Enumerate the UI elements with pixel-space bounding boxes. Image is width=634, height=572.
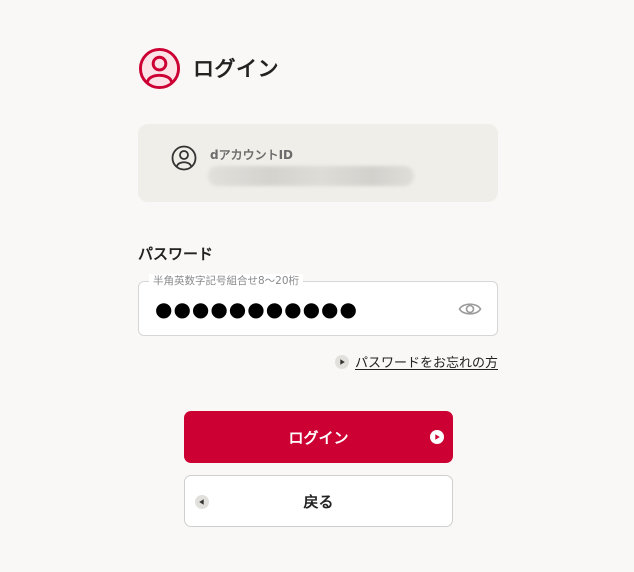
back-button-label: 戻る <box>303 492 334 511</box>
account-id-value <box>208 166 414 186</box>
play-circle-icon <box>430 430 444 444</box>
password-input[interactable] <box>155 294 445 324</box>
login-button[interactable]: ログイン <box>184 411 453 463</box>
account-card: dアカウントID <box>138 124 498 202</box>
user-circle-icon <box>138 47 181 89</box>
eye-icon[interactable] <box>458 299 482 319</box>
page-title: ログイン <box>193 57 279 81</box>
page-header: ログイン <box>138 46 279 90</box>
login-page: ログイン dアカウントID パスワード 半角英数字記号組合せ8〜20桁 パスワー… <box>0 0 634 572</box>
forgot-password-label: パスワードをお忘れの方 <box>354 356 498 371</box>
account-id-label: dアカウントID <box>210 148 294 162</box>
user-circle-icon <box>171 145 197 171</box>
back-button[interactable]: 戻る <box>184 475 453 527</box>
forgot-password-link[interactable]: パスワードをお忘れの方 <box>334 352 498 371</box>
play-circle-icon <box>334 354 349 369</box>
password-field[interactable]: 半角英数字記号組合せ8〜20桁 <box>138 274 498 336</box>
password-placeholder: 半角英数字記号組合せ8〜20桁 <box>149 274 304 288</box>
back-circle-icon <box>195 495 209 509</box>
password-heading: パスワード <box>138 245 214 263</box>
login-button-label: ログイン <box>288 428 349 447</box>
